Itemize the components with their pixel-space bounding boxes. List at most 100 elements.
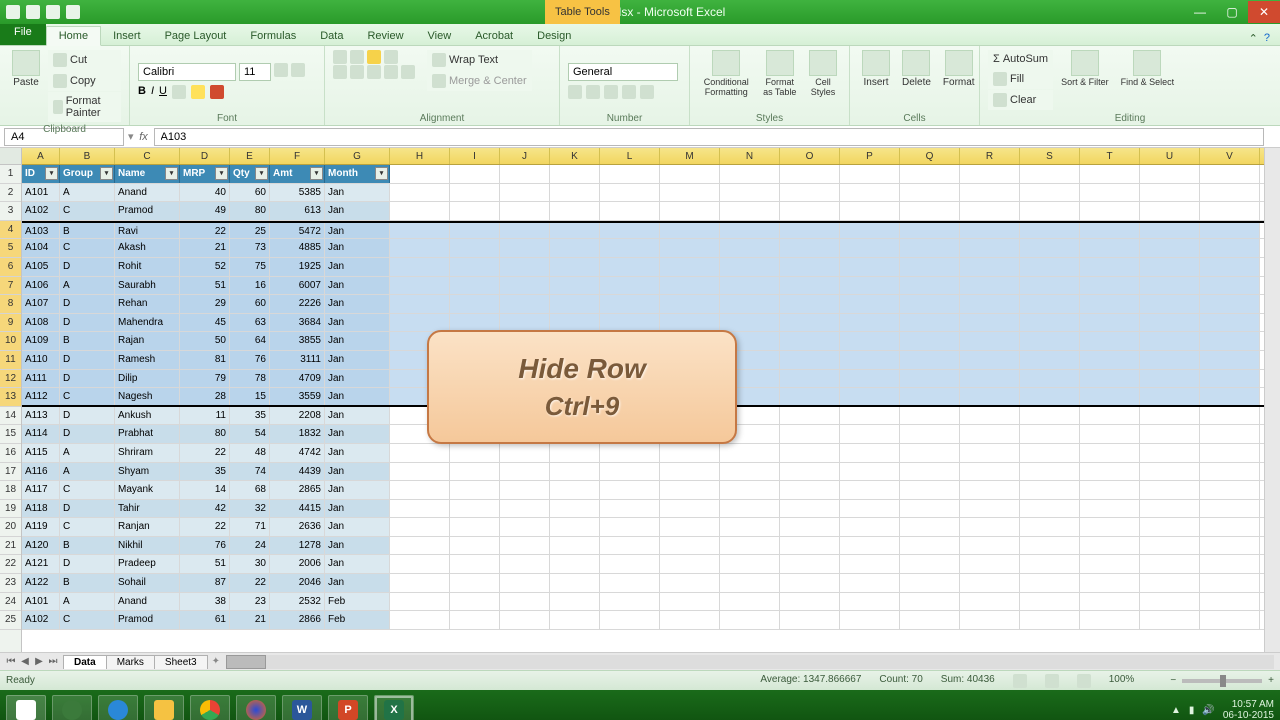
cell[interactable]: 6007 (270, 277, 325, 295)
sort-filter-button[interactable]: Sort & Filter (1057, 50, 1113, 87)
cell[interactable]: Jan (325, 481, 390, 499)
borders-icon[interactable] (172, 85, 186, 99)
cell[interactable]: Jan (325, 351, 390, 369)
format-as-table-button[interactable]: Format as Table (759, 50, 801, 97)
cell[interactable]: 78 (230, 370, 270, 388)
cell[interactable]: Jan (325, 407, 390, 425)
row-header-4[interactable]: 4 (0, 221, 21, 240)
cell[interactable]: Jan (325, 500, 390, 518)
align-top-icon[interactable] (333, 50, 347, 64)
cell[interactable]: 54 (230, 425, 270, 443)
table-header-group[interactable]: Group▾ (60, 165, 115, 183)
row-header-1[interactable]: 1 (0, 165, 21, 184)
cell[interactable]: Nagesh (115, 388, 180, 405)
cell[interactable]: Jan (325, 537, 390, 555)
table-row[interactable]: A119CRanjan22712636Jan (22, 518, 1264, 537)
tray-volume-icon[interactable]: 🔊 (1202, 705, 1214, 716)
row-header-10[interactable]: 10 (0, 332, 21, 351)
cell[interactable]: 5385 (270, 184, 325, 202)
cell[interactable]: Sohail (115, 574, 180, 592)
align-right-icon[interactable] (367, 65, 381, 79)
cell[interactable]: C (60, 388, 115, 405)
row-header-14[interactable]: 14 (0, 407, 21, 426)
cell[interactable]: Tahir (115, 500, 180, 518)
column-header-Q[interactable]: Q (900, 148, 960, 164)
close-button[interactable]: ✕ (1248, 1, 1280, 23)
row-header-2[interactable]: 2 (0, 184, 21, 203)
cell[interactable]: 23 (230, 593, 270, 611)
cell[interactable]: 1832 (270, 425, 325, 443)
taskbar-app-word[interactable]: W (282, 695, 322, 720)
clear-button[interactable]: Clear (988, 90, 1053, 110)
cell[interactable]: 4709 (270, 370, 325, 388)
minimize-ribbon-icon[interactable]: ⌃ (1249, 32, 1258, 45)
cell[interactable]: A103 (22, 223, 60, 239)
cell[interactable]: 4415 (270, 500, 325, 518)
number-format-select[interactable] (568, 63, 678, 81)
cell[interactable]: Pramod (115, 611, 180, 629)
cell[interactable]: 42 (180, 500, 230, 518)
cell[interactable]: 28 (180, 388, 230, 405)
cell[interactable]: Shyam (115, 463, 180, 481)
cell[interactable]: 22 (180, 518, 230, 536)
zoom-slider[interactable] (1182, 679, 1262, 683)
column-header-J[interactable]: J (500, 148, 550, 164)
cell[interactable]: A (60, 444, 115, 462)
cell[interactable]: 50 (180, 332, 230, 350)
column-header-R[interactable]: R (960, 148, 1020, 164)
conditional-formatting-button[interactable]: Conditional Formatting (698, 50, 755, 97)
column-header-F[interactable]: F (270, 148, 325, 164)
cell[interactable]: Rajan (115, 332, 180, 350)
cell[interactable]: 3855 (270, 332, 325, 350)
cell[interactable]: Pradeep (115, 555, 180, 573)
cell[interactable]: A117 (22, 481, 60, 499)
tab-acrobat[interactable]: Acrobat (463, 27, 525, 45)
table-header-qty[interactable]: Qty▾ (230, 165, 270, 183)
font-name-select[interactable] (138, 63, 236, 81)
cell[interactable]: Anand (115, 593, 180, 611)
cell[interactable]: Jan (325, 202, 390, 220)
cell[interactable]: Anand (115, 184, 180, 202)
cell[interactable]: 11 (180, 407, 230, 425)
cell[interactable]: Jan (325, 425, 390, 443)
fill-button[interactable]: Fill (988, 69, 1053, 89)
cell[interactable]: 40 (180, 184, 230, 202)
row-header-13[interactable]: 13 (0, 388, 21, 407)
cell[interactable]: B (60, 574, 115, 592)
tab-view[interactable]: View (416, 27, 464, 45)
grid[interactable]: ABCDEFGHIJKLMNOPQRSTUV ID▾Group▾Name▾MRP… (22, 148, 1264, 652)
filter-dropdown-icon[interactable]: ▾ (100, 167, 113, 180)
column-header-G[interactable]: G (325, 148, 390, 164)
cell[interactable]: 2865 (270, 481, 325, 499)
cell[interactable]: Jan (325, 277, 390, 295)
cell[interactable]: 30 (230, 555, 270, 573)
column-header-O[interactable]: O (780, 148, 840, 164)
row-header-11[interactable]: 11 (0, 351, 21, 370)
cell[interactable]: 21 (180, 239, 230, 257)
zoom-level[interactable]: 100% (1109, 674, 1135, 688)
column-header-S[interactable]: S (1020, 148, 1080, 164)
cell[interactable]: A101 (22, 184, 60, 202)
format-painter-button[interactable]: Format Painter (48, 92, 121, 122)
cell[interactable]: Jan (325, 223, 390, 239)
fill-color-icon[interactable] (191, 85, 205, 99)
filter-dropdown-icon[interactable]: ▾ (375, 167, 388, 180)
cell[interactable]: 64 (230, 332, 270, 350)
cell[interactable]: Mahendra (115, 314, 180, 332)
row-header-19[interactable]: 19 (0, 500, 21, 519)
row-header-25[interactable]: 25 (0, 611, 21, 630)
column-header-U[interactable]: U (1140, 148, 1200, 164)
redo-icon[interactable] (66, 5, 80, 19)
cell[interactable]: Ranjan (115, 518, 180, 536)
tab-design[interactable]: Design (525, 27, 583, 45)
taskbar-app-excel[interactable]: X (374, 695, 414, 720)
cell[interactable]: Shriram (115, 444, 180, 462)
row-header-9[interactable]: 9 (0, 314, 21, 333)
cell[interactable]: A (60, 277, 115, 295)
sheet-tab-marks[interactable]: Marks (106, 655, 155, 669)
cell[interactable]: Jan (325, 518, 390, 536)
cell[interactable]: 5472 (270, 223, 325, 239)
column-header-H[interactable]: H (390, 148, 450, 164)
cell[interactable]: C (60, 481, 115, 499)
cell[interactable]: 87 (180, 574, 230, 592)
